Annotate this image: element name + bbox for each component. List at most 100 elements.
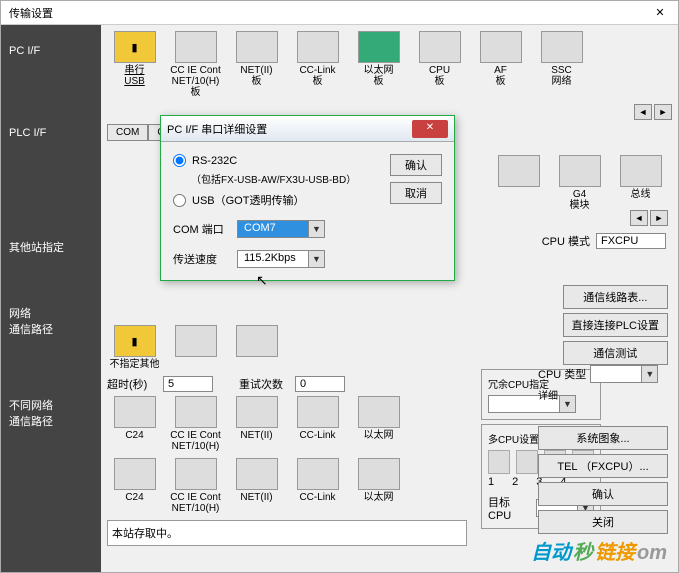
target-cpu-label: 目标CPU: [488, 494, 532, 522]
window-title: 传输设置: [9, 5, 650, 21]
right-column: CPU 类型 ▼ 详细 系统图象... TEL （FXCPU）... 确认 关闭: [538, 365, 668, 534]
cpu-slot-2[interactable]: [516, 450, 538, 474]
other-station-nospecify[interactable]: ▮ 不指定其他: [107, 325, 162, 370]
dialog-titlebar: PC I/F 串口详细设置 ✕: [161, 116, 454, 142]
baud-rate-select[interactable]: 115.2Kbps ▼: [237, 250, 325, 268]
other-station-opt3[interactable]: [229, 325, 284, 370]
dialog-title: PC I/F 串口详细设置: [167, 121, 412, 137]
pcif-ethernet[interactable]: 以太网 板: [351, 31, 406, 98]
cpu-mode-row: CPU 模式: [542, 233, 666, 249]
board-icon: [419, 31, 461, 63]
cpu-mode-label: CPU 模式: [542, 233, 590, 249]
scroll-right-icon[interactable]: ►: [650, 210, 668, 226]
main-window: 传输设置 ✕ PC I/F PLC I/F 其他站指定 网络 通信路径 不同网络…: [0, 0, 679, 573]
chevron-down-icon: ▼: [308, 251, 324, 267]
net-net2[interactable]: NET(II): [229, 396, 284, 452]
direct-plc-button[interactable]: 直接连接PLC设置: [563, 313, 668, 337]
network-path-row: C24 CC IE Cont NET/10(H) NET(II) CC-Link…: [107, 396, 467, 452]
com-port-label: COM 端口: [173, 221, 227, 237]
module-icon: [498, 155, 540, 187]
pcif-cpu[interactable]: CPU 板: [412, 31, 467, 98]
dialog-cancel-button[interactable]: 取消: [390, 182, 442, 204]
net-icon: [114, 396, 156, 428]
net-icon: [297, 396, 339, 428]
com-port-select[interactable]: COM7 ▼: [237, 220, 325, 238]
close-icon[interactable]: ✕: [650, 6, 670, 19]
module-icon: [559, 155, 601, 187]
scroll-arrows-1: ◄ ►: [634, 104, 672, 120]
dnet-cclink[interactable]: CC-Link: [290, 458, 345, 514]
detail-label: 详细: [538, 387, 668, 402]
station-icon: ▮: [114, 325, 156, 357]
system-image-button[interactable]: 系统图象...: [538, 426, 668, 450]
sidebar: PC I/F PLC I/F 其他站指定 网络 通信路径 不同网络 通信路径: [1, 25, 101, 572]
tel-button[interactable]: TEL （FXCPU）...: [538, 454, 668, 478]
net-ethernet[interactable]: 以太网: [351, 396, 406, 452]
pcif-serial-usb[interactable]: ▮ 串行 USB: [107, 31, 162, 98]
net-cclink[interactable]: CC-Link: [290, 396, 345, 452]
dialog-ok-button[interactable]: 确认: [390, 154, 442, 176]
other-station-opt2[interactable]: [168, 325, 223, 370]
pcif-net2[interactable]: NET(II) 板: [229, 31, 284, 98]
tab-com[interactable]: COM: [107, 124, 148, 141]
dnet-ethernet[interactable]: 以太网: [351, 458, 406, 514]
comm-test-button[interactable]: 通信测试: [563, 341, 668, 365]
sidebar-item-other-station[interactable]: 其他站指定: [1, 229, 101, 265]
sidebar-item-plcif[interactable]: PLC I/F: [1, 117, 101, 149]
titlebar: 传输设置 ✕: [1, 1, 678, 25]
net-icon: [175, 396, 217, 428]
content-area: ▮ 串行 USB CC IE Cont NET/10(H)板 NET(II) 板…: [101, 25, 678, 572]
plcif-blank1[interactable]: [491, 155, 546, 211]
chevron-down-icon: ▼: [641, 366, 657, 382]
status-text: 本站存取中。: [107, 520, 467, 546]
scroll-arrows-2: ◄ ►: [630, 210, 668, 226]
pcif-ssc[interactable]: SSC 网络: [534, 31, 589, 98]
ok-button[interactable]: 确认: [538, 482, 668, 506]
sidebar-item-network-path[interactable]: 网络 通信路径: [1, 295, 101, 347]
cpu-type-select[interactable]: ▼: [590, 365, 658, 383]
pcif-cclink[interactable]: CC-Link 板: [290, 31, 345, 98]
retry-label: 重试次数: [239, 376, 289, 392]
board-icon: [541, 31, 583, 63]
right-button-group: 通信线路表... 直接连接PLC设置 通信测试: [563, 285, 668, 365]
net-c24[interactable]: C24: [107, 396, 162, 452]
serial-detail-dialog: PC I/F 串口详细设置 ✕ RS-232C （包括FX-USB-AW/FX3…: [160, 115, 455, 281]
chevron-down-icon: ▼: [308, 221, 324, 237]
dnet-net2[interactable]: NET(II): [229, 458, 284, 514]
plcif-g4[interactable]: G4 模块: [552, 155, 607, 211]
pcif-icon-row: ▮ 串行 USB CC IE Cont NET/10(H)板 NET(II) 板…: [107, 31, 672, 98]
scroll-right-icon[interactable]: ►: [654, 104, 672, 120]
net-icon: [114, 458, 156, 490]
station-icon: [175, 325, 217, 357]
net-icon: [358, 396, 400, 428]
net-icon: [297, 458, 339, 490]
timeout-input[interactable]: [163, 376, 213, 392]
rs232-radio[interactable]: [173, 154, 186, 167]
sidebar-item-pcif[interactable]: PC I/F: [1, 35, 101, 67]
net-icon: [175, 458, 217, 490]
station-icon: [236, 325, 278, 357]
net-icon: [236, 396, 278, 428]
module-icon: [620, 155, 662, 187]
timeout-label: 超时(秒): [107, 376, 157, 392]
board-icon: [175, 31, 217, 63]
close-button[interactable]: 关闭: [538, 510, 668, 534]
dnet-ccie[interactable]: CC IE Cont NET/10(H): [168, 458, 223, 514]
sidebar-item-diff-network[interactable]: 不同网络 通信路径: [1, 387, 101, 439]
diff-network-row: C24 CC IE Cont NET/10(H) NET(II) CC-Link…: [107, 458, 467, 514]
board-icon: [297, 31, 339, 63]
usb-radio[interactable]: [173, 194, 186, 207]
dialog-close-button[interactable]: ✕: [412, 120, 448, 138]
pcif-ccie[interactable]: CC IE Cont NET/10(H)板: [168, 31, 223, 98]
dnet-c24[interactable]: C24: [107, 458, 162, 514]
scroll-left-icon[interactable]: ◄: [630, 210, 648, 226]
net-icon: [236, 458, 278, 490]
retry-input[interactable]: [295, 376, 345, 392]
cpu-slot-1[interactable]: [488, 450, 510, 474]
scroll-left-icon[interactable]: ◄: [634, 104, 652, 120]
pcif-af[interactable]: AF 板: [473, 31, 528, 98]
route-table-button[interactable]: 通信线路表...: [563, 285, 668, 309]
plcif-bus[interactable]: 总线: [613, 155, 668, 211]
cpu-mode-input[interactable]: [596, 233, 666, 249]
net-ccie[interactable]: CC IE Cont NET/10(H): [168, 396, 223, 452]
